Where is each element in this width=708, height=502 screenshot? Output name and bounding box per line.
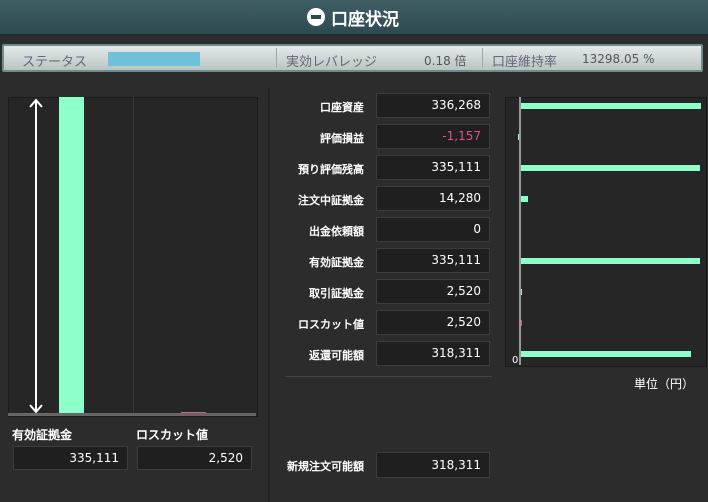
leverage-label: 実効レバレッジ: [286, 55, 378, 70]
status-indicator-bar: [108, 52, 200, 66]
balance-bar-chart: [505, 97, 707, 367]
account-row-value: -1,157: [376, 124, 490, 149]
effective-margin-bar: [59, 97, 84, 415]
maintenance-value: 13298.05 %: [582, 52, 655, 66]
account-row-value: 336,268: [376, 93, 490, 118]
account-row-label: 取引証拠金: [309, 287, 364, 300]
losscut-caption: ロスカット値: [136, 428, 209, 442]
status-label: ステータス: [22, 55, 88, 70]
chart-zero-axis: [519, 97, 521, 365]
account-row-value: 0: [376, 217, 490, 242]
status-divider: [276, 48, 277, 68]
account-row-value: 2,520: [376, 310, 490, 335]
account-row-label: ロスカット値: [298, 318, 364, 331]
balance-bar: [520, 165, 701, 171]
balance-bar: [520, 351, 692, 357]
account-row-label: 注文中証拠金: [298, 194, 364, 207]
chart-column-divider: [133, 97, 134, 415]
maintenance-label: 口座維持率: [492, 55, 558, 70]
range-arrow-icon: [29, 98, 43, 414]
account-row-label: 有効証拠金: [309, 256, 364, 269]
chart-unit-label: 単位（円）: [634, 377, 695, 391]
effective-margin-value: 335,111: [13, 446, 128, 470]
account-row-label: 返還可能額: [309, 349, 364, 362]
chart-baseline: [8, 413, 256, 416]
account-row-label: 出金依頼額: [309, 225, 364, 238]
status-divider: [482, 48, 483, 68]
new-order-label: 新規注文可能額: [287, 460, 364, 473]
account-row-label: 預り評価残高: [298, 163, 364, 176]
account-row-value: 2,520: [376, 279, 490, 304]
account-row-value: 14,280: [376, 186, 490, 211]
balance-bar: [520, 103, 701, 109]
effective-margin-caption: 有効証拠金: [12, 428, 73, 442]
minus-circle-icon: [307, 8, 325, 26]
losscut-value: 2,520: [137, 446, 252, 470]
account-row-label: 口座資産: [320, 101, 364, 114]
section-divider: [285, 376, 492, 377]
page-title: 口座状況: [331, 10, 399, 30]
new-order-value: 318,311: [376, 452, 490, 478]
account-row-label: 評価損益: [320, 132, 364, 145]
account-row-value: 335,111: [376, 248, 490, 273]
chart-zero-label: 0: [512, 355, 519, 366]
account-row-value: 335,111: [376, 155, 490, 180]
account-row-value: 318,311: [376, 341, 490, 366]
balance-bar: [520, 258, 701, 264]
leverage-value: 0.18 倍: [424, 54, 467, 68]
balance-bar: [520, 196, 528, 202]
status-bar: ステータス 実効レバレッジ 0.18 倍 口座維持率 13298.05 %: [2, 44, 703, 72]
